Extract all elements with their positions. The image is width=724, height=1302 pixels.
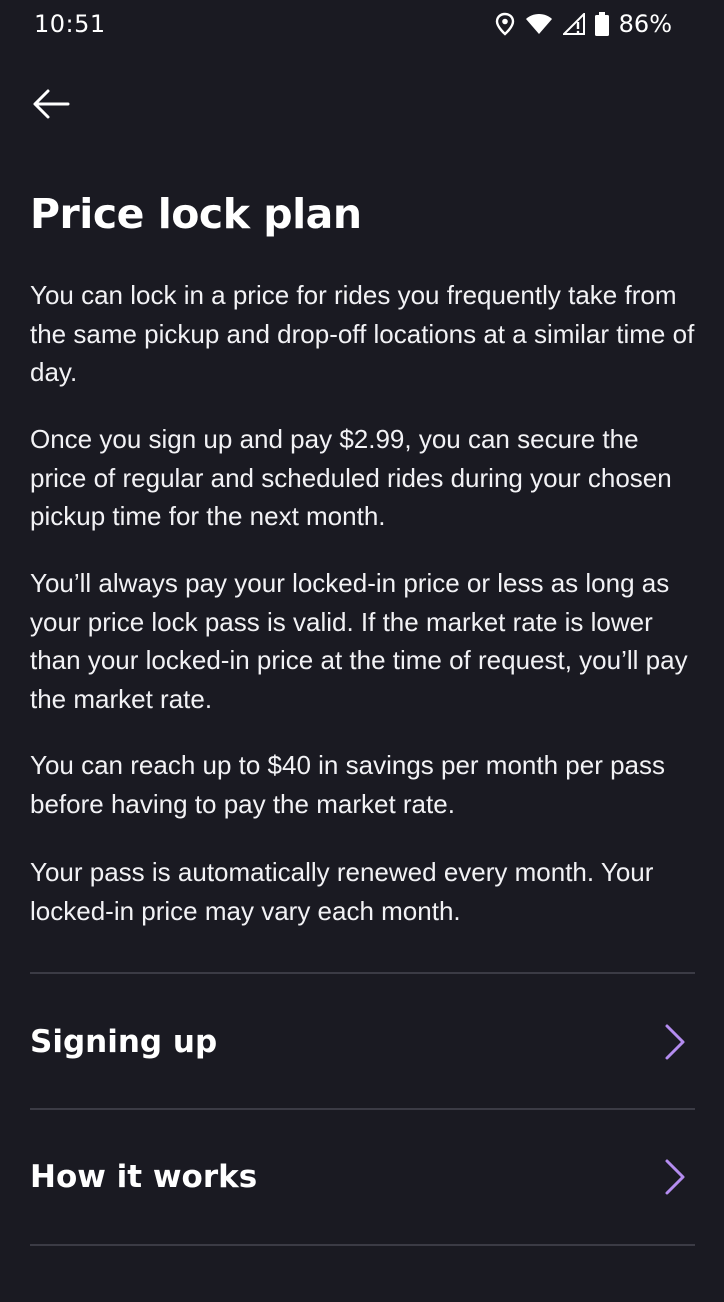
section-label: Signing up [30,1024,218,1060]
status-icons: 86% [495,10,672,38]
chevron-right-icon [665,1159,685,1195]
paragraph-renewal: Your pass is automatically renewed every… [30,857,654,926]
arrow-left-icon [33,89,70,119]
section-label: How it works [30,1159,258,1195]
section-signing-up[interactable]: Signing up [30,975,695,1109]
back-button[interactable] [30,84,74,124]
paragraph-savings: You can reach up to $40 in savings per m… [30,750,666,819]
chevron-right-icon [665,1024,685,1060]
battery-percent: 86% [618,10,672,38]
battery-icon [594,12,609,36]
status-bar: 10:51 86% [0,0,724,52]
location-icon [495,12,515,36]
page-title: Price lock plan [30,190,362,238]
wifi-icon [525,13,553,35]
divider [30,1244,695,1246]
divider [30,972,695,974]
signal-icon [562,13,585,35]
paragraph-locked-price: You’ll always pay your locked-in price o… [30,568,688,714]
paragraph-intro: You can lock in a price for rides you fr… [30,280,695,387]
status-time: 10:51 [34,10,106,38]
section-how-it-works[interactable]: How it works [30,1110,695,1244]
paragraph-sign-up-cost: Once you sign up and pay $2.99, you can … [30,424,672,531]
